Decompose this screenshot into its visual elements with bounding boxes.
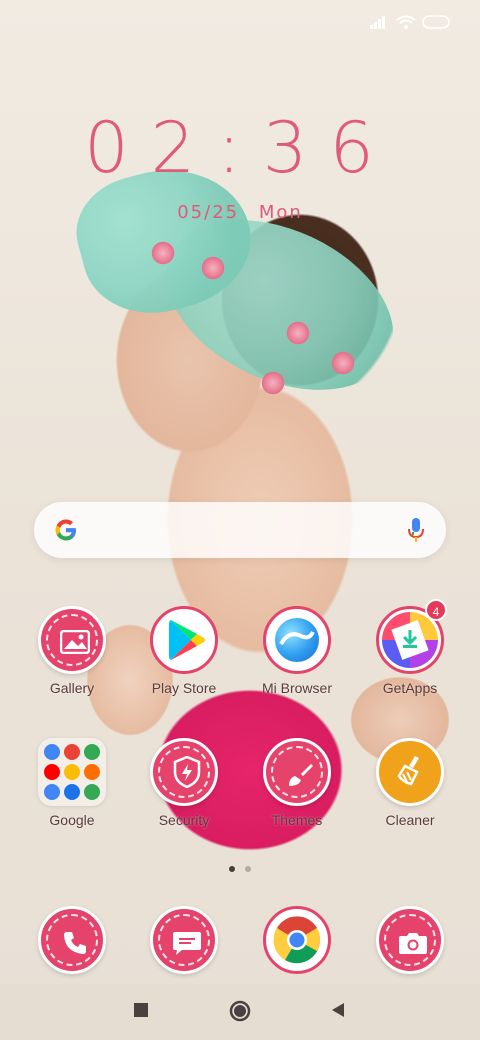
date-value: 05/25 bbox=[177, 202, 240, 223]
camera-icon bbox=[376, 906, 444, 974]
app-label: Google bbox=[49, 812, 95, 828]
lock-clock-time[interactable]: 02:36 bbox=[0, 108, 480, 188]
google-search-bar[interactable] bbox=[34, 502, 446, 558]
app-themes[interactable]: Themes bbox=[247, 738, 347, 828]
app-security[interactable]: Security bbox=[134, 738, 234, 828]
app-label: Security bbox=[158, 812, 210, 828]
app-cleaner[interactable]: Cleaner bbox=[360, 738, 460, 828]
google-icon bbox=[55, 519, 76, 541]
home-button[interactable] bbox=[229, 1000, 251, 1022]
chrome-icon bbox=[263, 906, 331, 974]
page-dot-active bbox=[229, 866, 235, 872]
app-getapps[interactable]: 4 GetApps bbox=[360, 599, 460, 696]
notification-badge: 4 bbox=[425, 599, 447, 621]
status-bar bbox=[370, 12, 452, 32]
dock-camera[interactable] bbox=[360, 906, 460, 974]
app-gallery[interactable]: Gallery bbox=[22, 606, 122, 696]
cleaner-icon bbox=[376, 738, 444, 806]
phone-icon bbox=[38, 906, 106, 974]
dock-phone[interactable] bbox=[22, 906, 122, 974]
app-label: Themes bbox=[271, 812, 323, 828]
app-label: Cleaner bbox=[385, 812, 435, 828]
app-label: Mi Browser bbox=[261, 680, 332, 696]
getapps-icon: 4 bbox=[376, 599, 447, 674]
navigation-bar bbox=[0, 984, 480, 1040]
mi-browser-icon bbox=[263, 606, 331, 674]
page-dot bbox=[245, 866, 251, 872]
app-label: GetApps bbox=[382, 680, 438, 696]
mic-icon[interactable] bbox=[406, 516, 426, 544]
security-icon bbox=[150, 738, 218, 806]
app-label: Play Store bbox=[151, 680, 217, 696]
app-label: Gallery bbox=[49, 680, 95, 696]
battery-icon bbox=[422, 15, 450, 29]
gallery-icon bbox=[38, 606, 106, 674]
google-folder-icon bbox=[38, 738, 106, 806]
app-play-store[interactable]: Play Store bbox=[134, 606, 234, 696]
app-mi-browser[interactable]: Mi Browser bbox=[247, 606, 347, 696]
back-button[interactable] bbox=[331, 1002, 345, 1018]
dock-chrome[interactable] bbox=[247, 906, 347, 974]
signal-icon bbox=[370, 16, 385, 29]
app-google-folder[interactable]: Google bbox=[22, 738, 122, 828]
play-store-icon bbox=[150, 606, 218, 674]
wifi-icon bbox=[396, 15, 416, 29]
lock-clock-date[interactable]: 05/25 Mon bbox=[0, 202, 480, 223]
recents-button[interactable] bbox=[133, 1002, 149, 1018]
messages-icon bbox=[150, 906, 218, 974]
dock-messages[interactable] bbox=[134, 906, 234, 974]
weekday-value: Mon bbox=[258, 202, 303, 223]
themes-icon bbox=[263, 738, 331, 806]
page-indicator bbox=[0, 866, 480, 872]
